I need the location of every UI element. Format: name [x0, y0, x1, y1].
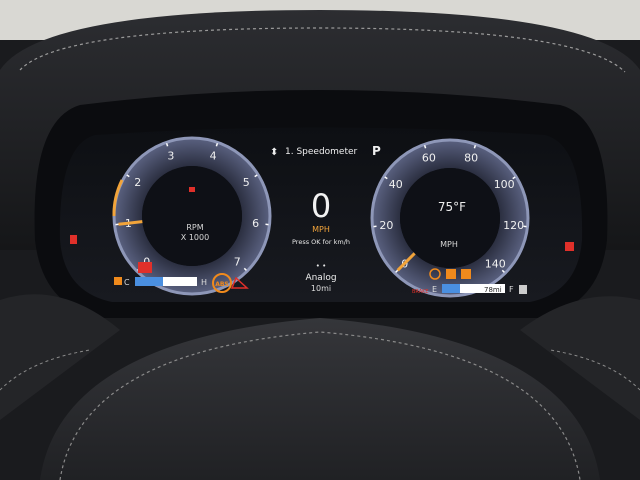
seatbelt-icon — [138, 262, 152, 273]
unit-toggle-hint: Press OK for km/h — [292, 238, 350, 246]
fuel-empty-label: E — [432, 285, 437, 294]
page-dots: • • — [316, 262, 326, 270]
tach-tick-mark — [165, 143, 169, 147]
tach-unit-label: RPM — [186, 223, 203, 232]
display-mode: Analog — [305, 273, 336, 283]
security-icon — [70, 235, 77, 244]
abs-label: ABS — [215, 281, 229, 288]
digital-speed: 0 — [311, 187, 331, 225]
tach-tick-label: 6 — [252, 217, 259, 230]
speedo-tick-label: 80 — [464, 152, 478, 165]
speedo-tick-label: 120 — [503, 219, 524, 232]
gear-indicator: P — [372, 144, 381, 158]
tach-tick-mark — [215, 143, 219, 147]
airbag-icon — [565, 242, 574, 251]
tach-tick-label: 2 — [134, 176, 141, 189]
tach-tick-label: 7 — [234, 255, 241, 268]
menu-arrows-icon[interactable]: ⬍ — [270, 147, 278, 158]
fuel-range: 78mi — [484, 286, 502, 294]
speedo-tick-mark — [473, 145, 477, 149]
tach-tick-label: 5 — [243, 176, 250, 189]
trip-range: 10mi — [311, 284, 331, 293]
menu-title: 1. Speedometer — [285, 147, 358, 157]
tire-pressure-icon — [446, 269, 456, 279]
tach-tick-label: 3 — [167, 150, 174, 163]
speedo-tick-mark — [423, 145, 427, 149]
speedo-tick-label: 140 — [485, 257, 506, 270]
temp-hot-label: H — [201, 278, 207, 287]
speedo-tick-label: 100 — [494, 178, 515, 191]
fuel-gauge-fill — [442, 284, 460, 293]
door-ajar-icon — [189, 187, 195, 192]
tachometer-gauge: 01234567 RPM X 1000 — [112, 136, 272, 296]
brake-warning: BRAKE — [412, 289, 429, 295]
instrument-cluster-photo: 01234567 RPM X 1000 020406080100120140 7… — [0, 0, 640, 480]
tach-multiplier-label: X 1000 — [181, 233, 209, 242]
fuel-full-label: F — [509, 285, 514, 294]
tach-tick-label: 4 — [210, 150, 217, 163]
speedo-tick-label: 40 — [389, 178, 403, 191]
traction-icon — [461, 269, 471, 279]
temp-cold-label: C — [124, 278, 130, 287]
speedometer-unit: MPH — [440, 240, 458, 249]
fuel-pump-icon — [519, 285, 527, 294]
speedo-tick-label: 60 — [422, 152, 436, 165]
speedo-tick-label: 20 — [379, 219, 393, 232]
digital-speed-unit: MPH — [312, 225, 330, 234]
outside-temperature: 75°F — [438, 200, 466, 214]
coolant-temp-icon — [114, 277, 122, 285]
steering-wheel — [0, 294, 640, 480]
coolant-temp-fill — [135, 277, 163, 286]
